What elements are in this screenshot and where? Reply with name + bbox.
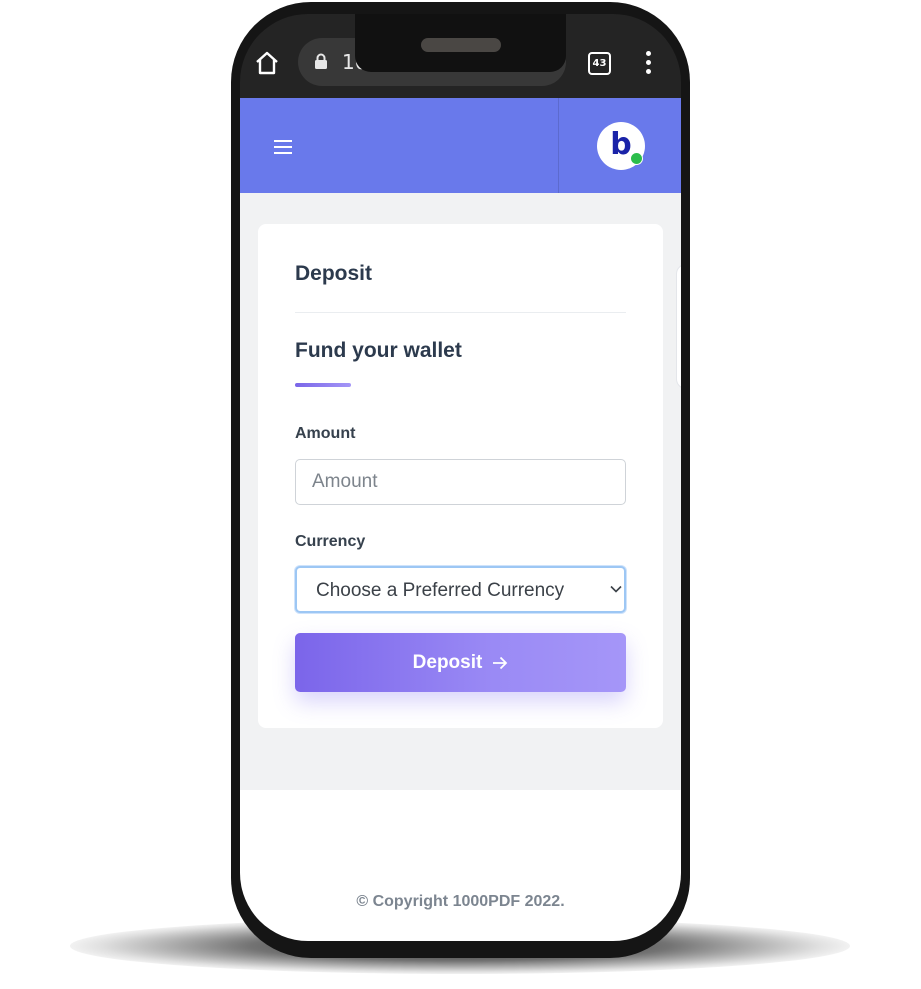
more-vert-icon[interactable] <box>640 51 656 75</box>
tabs-button[interactable]: 43 <box>588 52 611 75</box>
amount-input[interactable] <box>295 459 626 505</box>
card-title: Deposit <box>295 262 373 285</box>
app-header: b <box>240 98 681 193</box>
main-content: Deposit Fund your wallet Amount Currency… <box>240 193 681 790</box>
currency-select-value: Choose a Preferred Currency <box>316 580 565 601</box>
phone-screen: 10 43 b Deposit Fund your wallet Amount … <box>240 14 681 941</box>
hamburger-icon[interactable] <box>274 140 292 154</box>
home-button[interactable] <box>254 50 280 76</box>
deposit-card: Deposit Fund your wallet Amount Currency… <box>258 224 663 728</box>
chevron-down-icon <box>610 585 622 593</box>
deposit-button-label: Deposit <box>412 651 483 673</box>
home-icon <box>256 51 278 75</box>
header-divider <box>558 98 559 193</box>
adjacent-card-edge <box>676 264 681 389</box>
card-divider <box>295 312 626 313</box>
currency-label: Currency <box>295 533 366 550</box>
speaker-grille <box>421 38 501 52</box>
camera-notch <box>355 14 566 72</box>
lock-icon <box>315 53 327 69</box>
avatar[interactable]: b <box>597 122 645 170</box>
amount-label: Amount <box>295 425 356 442</box>
deposit-button[interactable]: Deposit <box>295 633 626 692</box>
arrow-right-icon <box>493 656 508 669</box>
section-title-underline <box>295 383 351 387</box>
copyright-text: © Copyright 1000PDF 2022. <box>356 893 565 910</box>
currency-select[interactable]: Choose a Preferred Currency <box>295 566 626 613</box>
section-title: Fund your wallet <box>295 339 462 362</box>
footer: © Copyright 1000PDF 2022. <box>240 790 681 941</box>
online-status-dot <box>630 152 643 165</box>
